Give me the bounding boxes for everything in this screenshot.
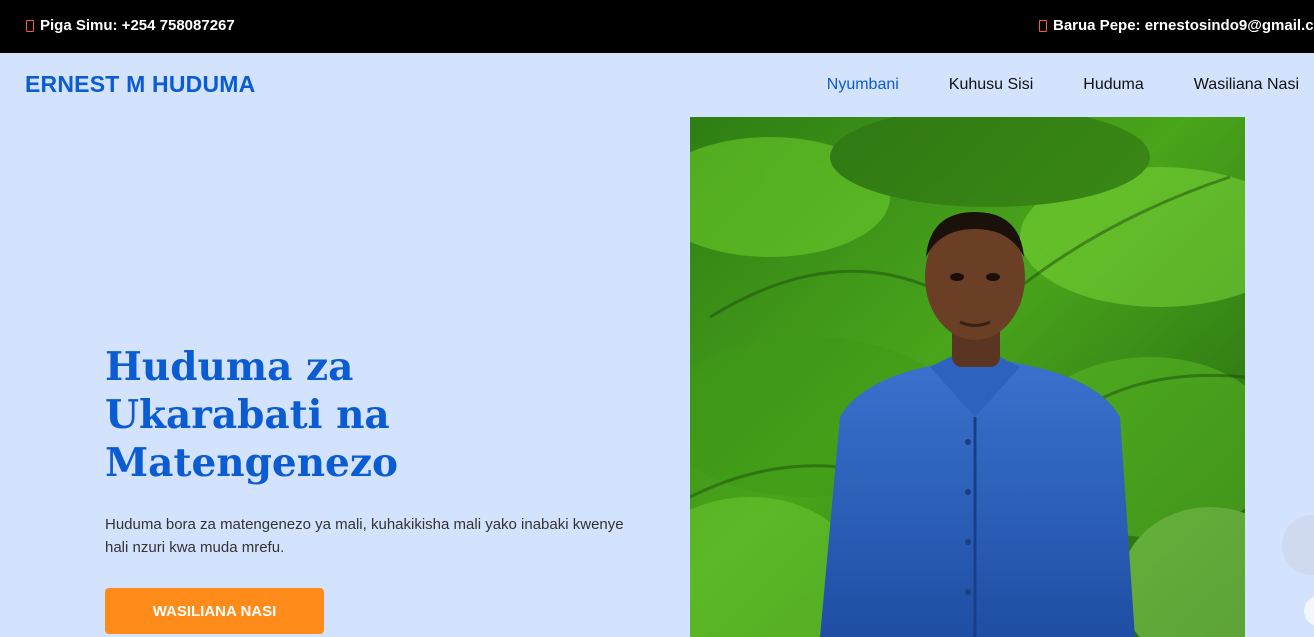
nav-item-huduma[interactable]: Huduma [1083, 76, 1143, 94]
scroll-top-button[interactable] [1304, 596, 1314, 626]
phone-label: Piga Simu: +254 758087267 [40, 17, 235, 34]
floating-chat-button[interactable] [1282, 515, 1314, 575]
email-label: Barua Pepe: ernestosindo9@gmail.com [1053, 17, 1314, 34]
site-logo[interactable]: ERNEST M HUDUMA [25, 71, 255, 98]
main-nav: Nyumbani Kuhusu Sisi Huduma Wasiliana Na… [777, 76, 1299, 94]
hero-portrait-image [690, 117, 1245, 637]
mail-icon [1039, 19, 1047, 32]
top-contact-bar: Piga Simu: +254 758087267 Barua Pepe: er… [0, 0, 1314, 53]
phone-icon [26, 19, 34, 32]
hero-description: Huduma bora za matengenezo ya mali, kuha… [105, 516, 624, 556]
hero-title: Huduma za Ukarabati na Matengenezo [105, 344, 399, 486]
nav-item-kuhusu-sisi[interactable]: Kuhusu Sisi [949, 76, 1034, 94]
nav-item-nyumbani[interactable]: Nyumbani [827, 76, 899, 94]
nav-item-wasiliana-nasi[interactable]: Wasiliana Nasi [1194, 76, 1299, 94]
phone-contact[interactable]: Piga Simu: +254 758087267 [26, 17, 235, 34]
email-contact[interactable]: Barua Pepe: ernestosindo9@gmail.com [1039, 17, 1314, 34]
contact-cta-button[interactable]: WASILIANA NASI [105, 588, 324, 634]
